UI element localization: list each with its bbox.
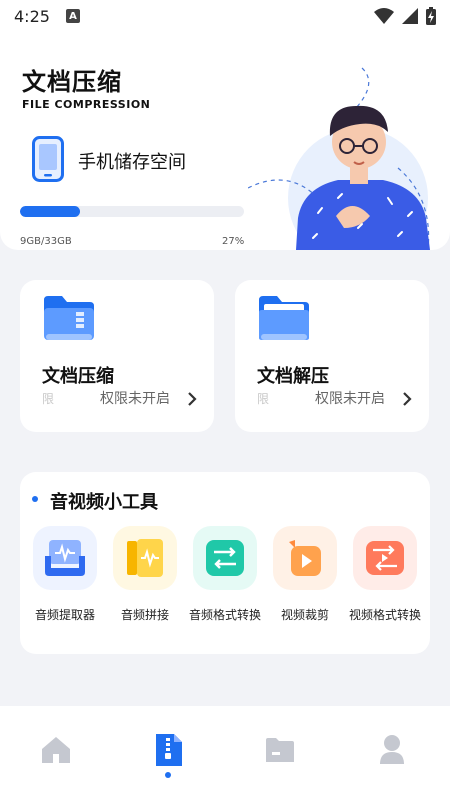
extract-permission-text: 权限未开启 [315,391,385,407]
tab-home[interactable] [36,730,76,770]
tool-audio-extract[interactable]: 音频提取器 [23,526,107,623]
audio-convert-tile [193,526,257,590]
folder-icon [266,738,294,762]
tool-label: 音频拼接 [120,608,169,622]
tool-label: 视频裁剪 [280,608,329,622]
profile-icon [380,735,404,764]
audio-extract-icon [45,540,85,576]
tool-audio-merge[interactable]: 音频拼接 [103,526,187,623]
audio-extract-tile [33,526,97,590]
tab-compress[interactable] [148,730,188,770]
extract-card-title: 文档解压 [257,366,329,387]
tab-files[interactable] [260,730,300,770]
storage-progress-bar [20,206,244,217]
status-bar: 4:25 A [0,0,450,32]
chevron-right-icon [188,392,197,406]
storage-header: 文档压缩 FILE COMPRESSION 手机储存空间 9GB/33GB 27… [0,32,450,250]
wifi-icon [374,8,394,24]
notification-badge: A [65,9,80,23]
audio-merge-tile [113,526,177,590]
video-crop-tile [273,526,337,590]
tool-video-convert[interactable]: 视频格式转换 [343,526,427,623]
folder-zip-icon [44,296,94,340]
compress-card[interactable]: 文档压缩 限 权限未开启 [20,280,214,432]
av-tools-title: 音视频小工具 [50,492,158,513]
active-tab-indicator [165,772,171,778]
man-illustration [248,67,430,250]
phone-icon [32,136,64,182]
page-title: 文档压缩 [22,68,122,96]
video-crop-icon [289,540,321,576]
battery-icon [426,7,436,25]
status-time: 4:25 [14,6,50,26]
storage-used-text: 9GB/33GB [20,236,72,247]
tool-label: 视频格式转换 [348,608,421,622]
signal-icon [402,8,418,24]
audio-merge-icon [127,539,163,577]
bottom-tab-bar [0,706,450,800]
tool-video-crop[interactable]: 视频裁剪 [263,526,347,623]
video-convert-icon [366,541,404,575]
extract-card-ghost-text: 限 [257,392,270,406]
folder-open-icon [259,296,309,340]
home-icon [42,737,70,763]
page-subtitle: FILE COMPRESSION [22,98,151,111]
storage-progress-fill [20,206,81,217]
section-bullet [32,496,38,502]
audio-convert-icon [206,540,244,576]
chevron-right-icon [403,392,412,406]
tool-audio-convert[interactable]: 音频格式转换 [183,526,267,623]
compress-permission-text: 权限未开启 [100,391,170,407]
storage-percent-text: 27% [222,236,245,247]
av-tools-panel: 音视频小工具 音频提取器 音频拼接 音频格式转换 视频裁剪 视频格式转换 [20,472,430,654]
compress-card-ghost-text: 限 [42,392,55,406]
tab-profile[interactable] [372,730,412,770]
zip-file-icon [156,734,182,766]
tool-label: 音频提取器 [34,608,95,622]
tool-label: 音频格式转换 [188,608,261,622]
compress-card-title: 文档压缩 [42,366,114,387]
video-convert-tile [353,526,417,590]
extract-card[interactable]: 文档解压 限 权限未开启 [235,280,429,432]
storage-label: 手机储存空间 [78,152,186,173]
